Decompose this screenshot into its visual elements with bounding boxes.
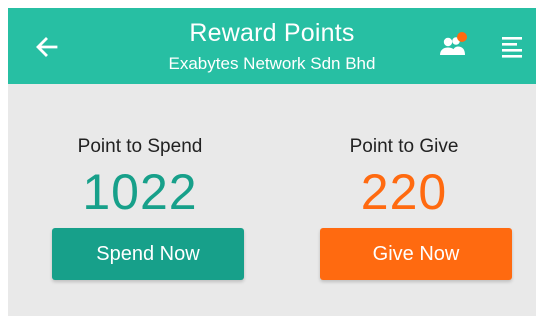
spend-now-button[interactable]: Spend Now [52,228,244,280]
give-panel: Point to Give 220 Give Now [272,84,536,316]
give-points-value: 220 [360,164,448,220]
give-now-button[interactable]: Give Now [320,228,512,280]
app-header: Reward Points Exabytes Network Sdn Bhd [8,8,536,84]
company-name: Exabytes Network Sdn Bhd [168,54,376,73]
spend-panel: Point to Spend 1022 Spend Now [8,84,272,316]
page-title: Reward Points [189,19,355,47]
menu-button[interactable] [500,35,524,59]
give-label: Point to Give [349,136,459,157]
notification-dot [457,32,467,42]
arrow-left-icon [36,37,58,57]
reward-points-screen: Reward Points Exabytes Network Sdn Bhd P… [8,8,536,316]
header-titles: Reward Points Exabytes Network Sdn Bhd [108,18,436,75]
people-icon [440,32,467,55]
back-button[interactable] [34,34,60,60]
menu-icon [502,37,522,58]
spend-label: Point to Spend [77,136,203,157]
people-button[interactable] [438,30,470,60]
spend-points-value: 1022 [82,164,198,220]
